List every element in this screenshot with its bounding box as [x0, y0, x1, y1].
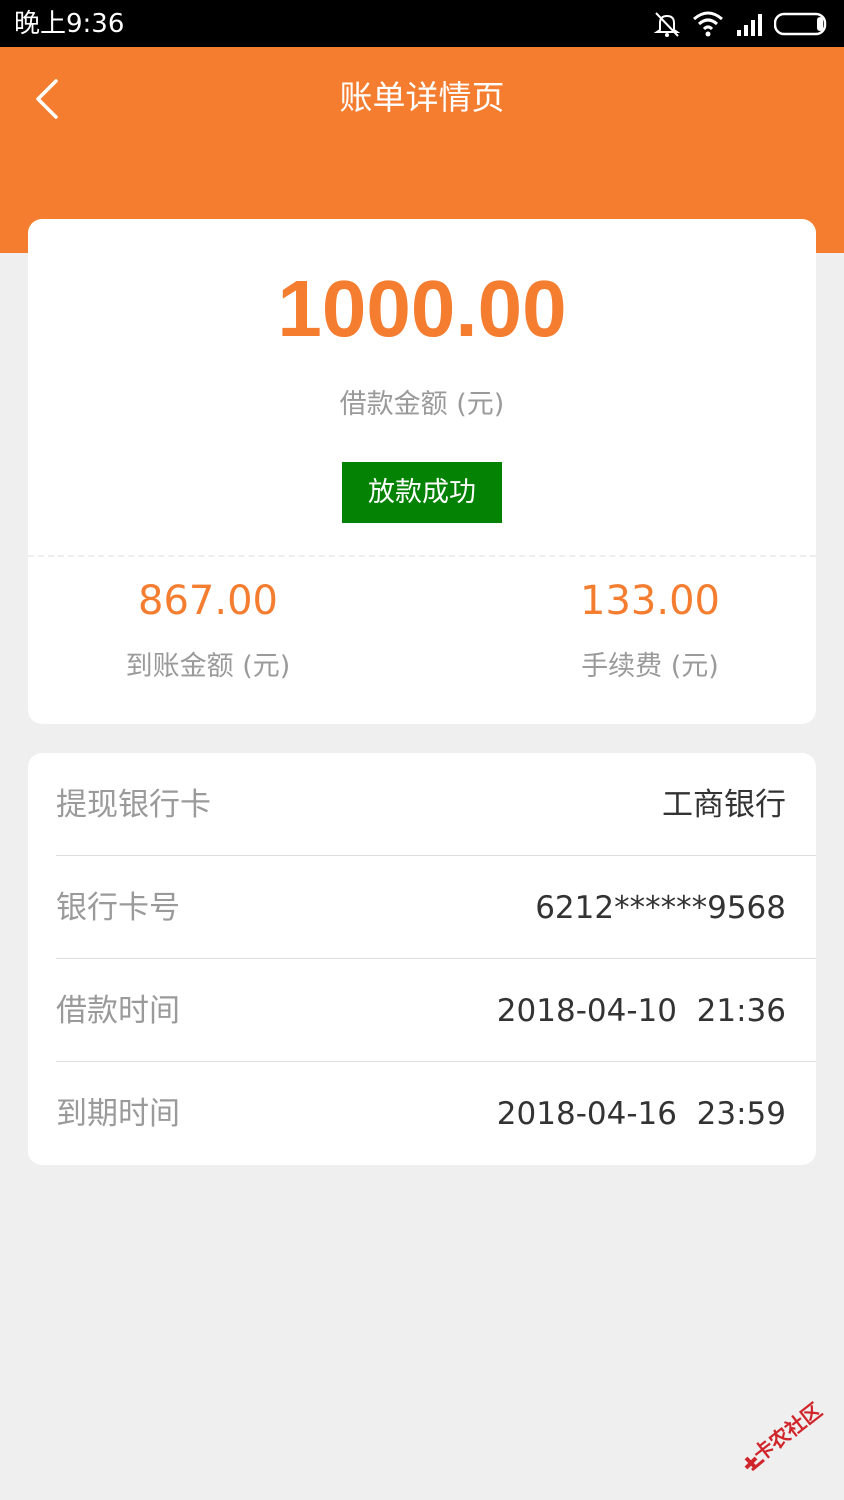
detail-row-loan-time: 借款时间 2018-04-10 21:36: [56, 959, 816, 1062]
loan-amount: 1000.00: [277, 264, 567, 353]
signal-icon: [737, 14, 762, 36]
detail-row-bank: 提现银行卡 工商银行: [56, 753, 816, 856]
detail-value: 工商银行: [662, 787, 786, 823]
detail-row-due-time: 到期时间 2018-04-16 23:59: [56, 1062, 816, 1165]
status-badge: 放款成功: [342, 462, 502, 523]
fee-amount: 133.00: [580, 578, 720, 624]
detail-label: 到期时间: [56, 1096, 180, 1132]
detail-value: 2018-04-16 23:59: [496, 1096, 786, 1132]
battery-icon: [774, 12, 827, 36]
dashed-divider: [28, 555, 816, 557]
fee-amount-label: 手续费 (元): [581, 651, 719, 682]
wifi-icon: [693, 11, 723, 37]
detail-card: 提现银行卡 工商银行 银行卡号 6212******9568 借款时间 2018…: [28, 753, 816, 1165]
loan-amount-label: 借款金额 (元): [339, 389, 505, 420]
summary-card: 1000.00 借款金额 (元) 放款成功 867.00 到账金额 (元) 13…: [28, 219, 816, 724]
detail-label: 借款时间: [56, 993, 180, 1029]
detail-row-card-number: 银行卡号 6212******9568: [56, 856, 816, 959]
detail-label: 提现银行卡: [56, 787, 211, 823]
watermark-text: 卡农社区: [748, 1398, 827, 1467]
received-amount-label: 到账金额 (元): [125, 651, 291, 682]
detail-label: 银行卡号: [56, 890, 180, 926]
detail-value: 2018-04-10 21:36: [496, 993, 786, 1029]
received-amount: 867.00: [138, 578, 278, 624]
status-icons: [652, 10, 832, 38]
status-time: 晚上9:36: [14, 9, 125, 39]
detail-value: 6212******9568: [535, 890, 786, 926]
bell-off-icon: [653, 12, 681, 37]
watermark: 卡农社区: [742, 1398, 838, 1480]
status-bar: 晚上9:36: [0, 0, 844, 47]
page-title: 账单详情页: [339, 78, 505, 117]
